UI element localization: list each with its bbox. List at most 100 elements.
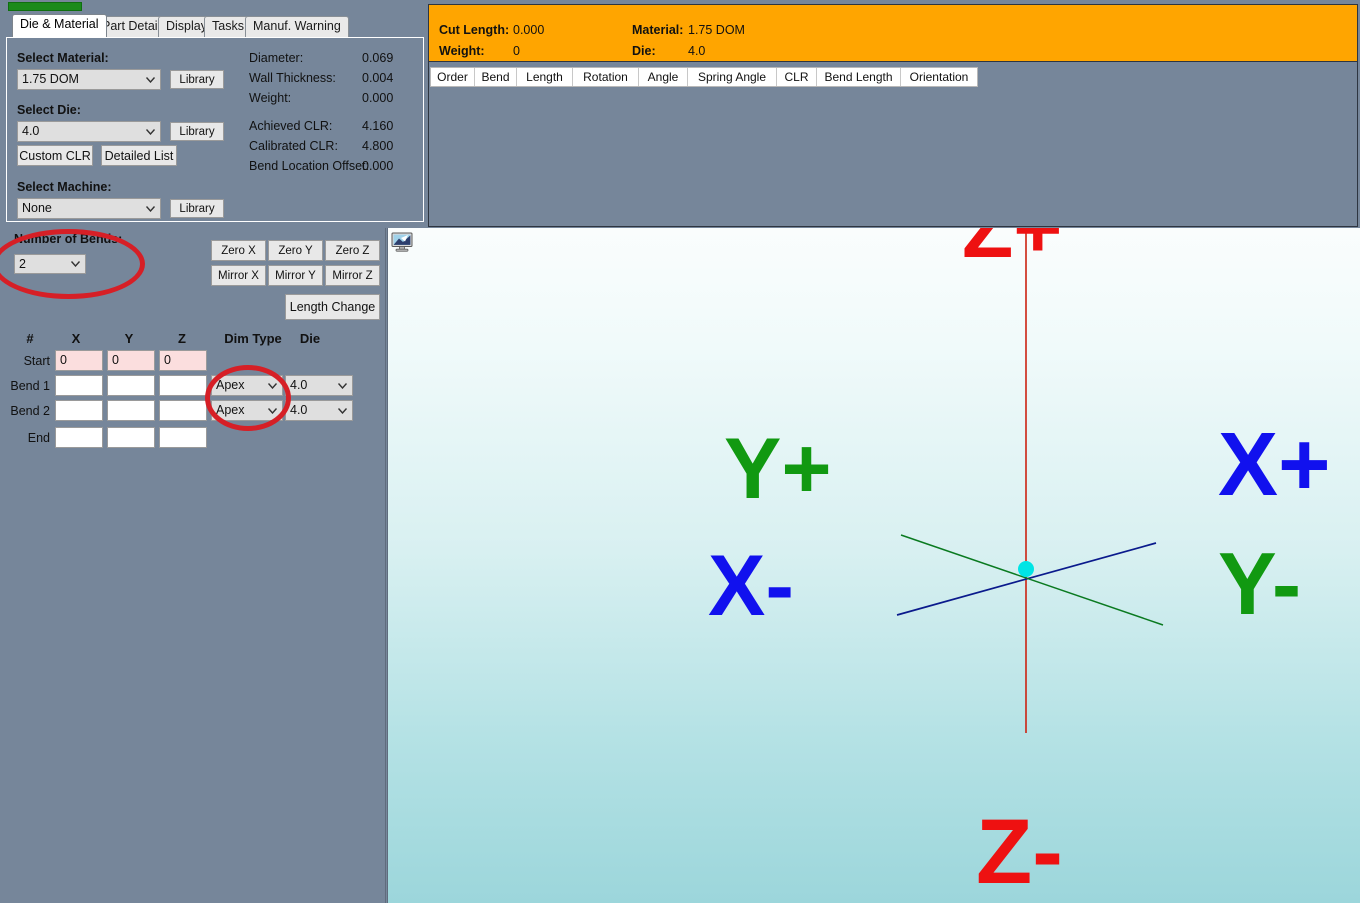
bend2-dim-type-select[interactable]: Apex — [211, 400, 283, 421]
summary-weight-value: 0 — [513, 44, 520, 58]
machine-select-value: None — [22, 201, 52, 215]
die-library-button[interactable]: Library — [170, 122, 224, 141]
material-library-button[interactable]: Library — [170, 70, 224, 89]
chevron-down-icon — [69, 255, 81, 273]
bend1-dim-type-select[interactable]: Apex — [211, 375, 283, 396]
bend2-z-input[interactable] — [159, 400, 207, 421]
axis-label-y-minus: Y- — [1218, 534, 1302, 633]
bend-grid-header: Order Bend Length Rotation Angle Spring Angle… — [430, 67, 978, 87]
part-summary-panel: Cut Length: 0.000 Weight: 0 Material: 1.… — [428, 4, 1358, 227]
axis-label-z-plus: Z+ — [962, 228, 1063, 275]
application-window: Die & Material Part Details Display Task… — [0, 0, 1360, 903]
tab-die-and-material[interactable]: Die & Material — [12, 14, 107, 37]
bend2-die-select[interactable]: 4.0 — [285, 400, 353, 421]
start-x-input[interactable]: 0 — [55, 350, 103, 371]
summary-banner: Cut Length: 0.000 Weight: 0 Material: 1.… — [429, 5, 1357, 62]
origin-marker — [1018, 561, 1034, 577]
grid-column-header[interactable]: Order — [431, 68, 475, 86]
machine-select[interactable]: None — [17, 198, 161, 219]
summary-die-value: 4.0 — [688, 44, 706, 58]
axis-label-z-minus: Z- — [976, 801, 1063, 903]
calibrated-clr-value: 4.800 — [362, 139, 394, 153]
zero-z-button[interactable]: Zero Z — [325, 240, 380, 261]
bend-row-label-start: Start — [23, 354, 50, 368]
wall-thickness-label: Wall Thickness: — [249, 71, 336, 85]
custom-clr-button[interactable]: Custom CLR — [17, 145, 93, 166]
status-accent-bar — [8, 2, 82, 11]
y-axis-line — [900, 534, 1164, 626]
bend-table-header-x: X — [71, 331, 81, 346]
bend2-dim-type-value: Apex — [216, 403, 245, 417]
mirror-z-button[interactable]: Mirror Z — [325, 265, 380, 286]
bend1-die-value: 4.0 — [290, 378, 308, 392]
grid-column-header[interactable]: Length — [517, 68, 573, 86]
bend1-die-select[interactable]: 4.0 — [285, 375, 353, 396]
start-z-input[interactable]: 0 — [159, 350, 207, 371]
select-material-label: Select Material: — [17, 51, 109, 65]
material-select[interactable]: 1.75 DOM — [17, 69, 161, 90]
bend-table-header-y: Y — [124, 331, 134, 346]
bend-location-offset-label: Bend Location Offset: — [249, 159, 369, 173]
summary-die-label: Die: — [632, 44, 656, 58]
bend2-y-input[interactable] — [107, 400, 155, 421]
die-and-material-panel: Select Material: 1.75 DOM Library Select… — [6, 37, 424, 222]
weight-value: 0.000 — [362, 91, 394, 105]
end-y-input[interactable] — [107, 427, 155, 448]
bend2-x-input[interactable] — [55, 400, 103, 421]
bend-row-label-end: End — [27, 431, 50, 445]
chevron-down-icon — [336, 376, 348, 395]
chevron-down-icon — [336, 401, 348, 420]
chevron-down-icon — [266, 376, 278, 395]
detailed-list-button[interactable]: Detailed List — [101, 145, 177, 166]
3d-viewport[interactable]: Z+ Y+ X- X+ Y- Z- — [388, 228, 1360, 903]
bend1-x-input[interactable] — [55, 375, 103, 396]
grid-column-header[interactable]: Bend Length — [817, 68, 901, 86]
chevron-down-icon — [144, 70, 156, 89]
bend1-z-input[interactable] — [159, 375, 207, 396]
grid-column-header[interactable]: Rotation — [573, 68, 639, 86]
number-of-bends-value: 2 — [19, 257, 26, 271]
number-of-bends-select[interactable]: 2 — [14, 254, 86, 274]
zero-y-button[interactable]: Zero Y — [268, 240, 323, 261]
cut-length-label: Cut Length: — [439, 23, 510, 37]
grid-column-header[interactable]: Spring Angle — [688, 68, 777, 86]
achieved-clr-label: Achieved CLR: — [249, 119, 333, 133]
bend-table-header-dim-type: Dim Type — [224, 331, 282, 346]
axis-label-x-plus: X+ — [1218, 415, 1331, 515]
calibrated-clr-label: Calibrated CLR: — [249, 139, 338, 153]
bend-location-offset-value: 0.000 — [362, 159, 394, 173]
die-select-value: 4.0 — [22, 124, 40, 138]
die-select[interactable]: 4.0 — [17, 121, 161, 142]
wall-thickness-value: 0.004 — [362, 71, 394, 85]
bend-table-header-die: Die — [299, 331, 321, 346]
bend1-y-input[interactable] — [107, 375, 155, 396]
mirror-y-button[interactable]: Mirror Y — [268, 265, 323, 286]
grid-column-header[interactable]: CLR — [777, 68, 817, 86]
mirror-x-button[interactable]: Mirror X — [211, 265, 266, 286]
start-y-input[interactable]: 0 — [107, 350, 155, 371]
tab-manuf-warning[interactable]: Manuf. Warning — [245, 16, 349, 37]
material-select-value: 1.75 DOM — [22, 72, 79, 86]
achieved-clr-value: 4.160 — [362, 119, 394, 133]
main-tab-strip: Die & Material Part Details Display Task… — [6, 14, 426, 38]
bend-table-header-z: Z — [178, 331, 186, 346]
grid-column-header[interactable]: Angle — [639, 68, 688, 86]
summary-material-label: Material: — [632, 23, 684, 37]
end-x-input[interactable] — [55, 427, 103, 448]
weight-label: Weight: — [249, 91, 292, 105]
grid-column-header[interactable]: Bend — [475, 68, 517, 86]
axis-gizmo — [896, 228, 1164, 733]
length-change-button[interactable]: Length Change — [285, 294, 380, 320]
machine-library-button[interactable]: Library — [170, 199, 224, 218]
bend1-dim-type-value: Apex — [216, 378, 245, 392]
number-of-bends-label: Number of Bends: — [14, 232, 123, 246]
grid-column-header[interactable]: Orientation — [901, 68, 977, 86]
chevron-down-icon — [144, 199, 156, 218]
bend2-die-value: 4.0 — [290, 403, 308, 417]
end-z-input[interactable] — [159, 427, 207, 448]
bend-row-label-bend-2: Bend 2 — [10, 404, 50, 418]
summary-weight-label: Weight: — [439, 44, 485, 58]
zero-x-button[interactable]: Zero X — [211, 240, 266, 261]
axis-label-x-minus: X- — [708, 538, 794, 634]
select-machine-label: Select Machine: — [17, 180, 112, 194]
